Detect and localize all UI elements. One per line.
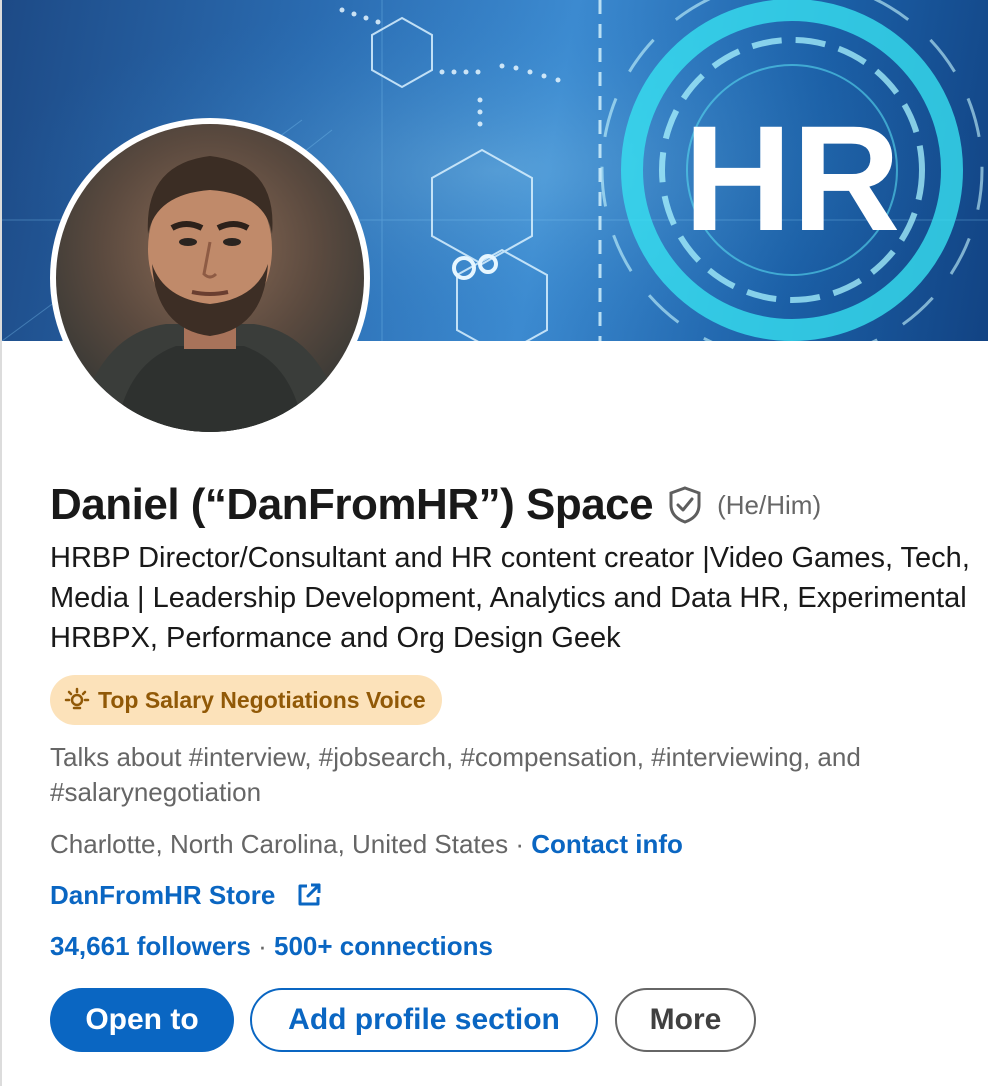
- talks-about: Talks about #interview, #jobsearch, #com…: [50, 742, 861, 807]
- profile-headline: HRBP Director/Consultant and HR content …: [50, 542, 970, 654]
- avatar-illustration: [76, 156, 346, 432]
- open-to-button[interactable]: Open to: [50, 988, 234, 1052]
- connections-link[interactable]: 500+ connections: [274, 931, 493, 961]
- location-row: Charlotte, North Carolina, United States…: [50, 826, 683, 862]
- name-row: Daniel (“DanFromHR”) Space (He/Him): [50, 480, 821, 530]
- pronouns: (He/Him): [717, 489, 822, 520]
- badge-label: Top Salary Negotiations Voice: [98, 686, 426, 713]
- shield-check-icon[interactable]: [667, 485, 703, 525]
- website-row[interactable]: DanFromHR Store: [50, 877, 323, 913]
- top-voice-badge[interactable]: Top Salary Negotiations Voice: [50, 675, 442, 725]
- external-link-icon: [295, 881, 323, 909]
- lightbulb-icon: [64, 687, 90, 713]
- location: Charlotte, North Carolina, United States: [50, 829, 509, 859]
- stats-separator: ·: [250, 931, 274, 961]
- stats-row: 34,661 followers · 500+ connections: [50, 928, 493, 964]
- more-button[interactable]: More: [615, 988, 756, 1052]
- profile-name: Daniel (“DanFromHR”) Space: [50, 480, 654, 529]
- banner-hr-text: HR: [684, 94, 901, 262]
- location-separator: ·: [508, 829, 532, 859]
- contact-info-link[interactable]: Contact info: [531, 829, 683, 859]
- add-profile-section-button[interactable]: Add profile section: [250, 988, 598, 1052]
- followers-link[interactable]: 34,661 followers: [50, 931, 251, 961]
- avatar: [56, 124, 364, 432]
- profile-photo[interactable]: [50, 118, 370, 438]
- website-link[interactable]: DanFromHR Store: [50, 877, 275, 913]
